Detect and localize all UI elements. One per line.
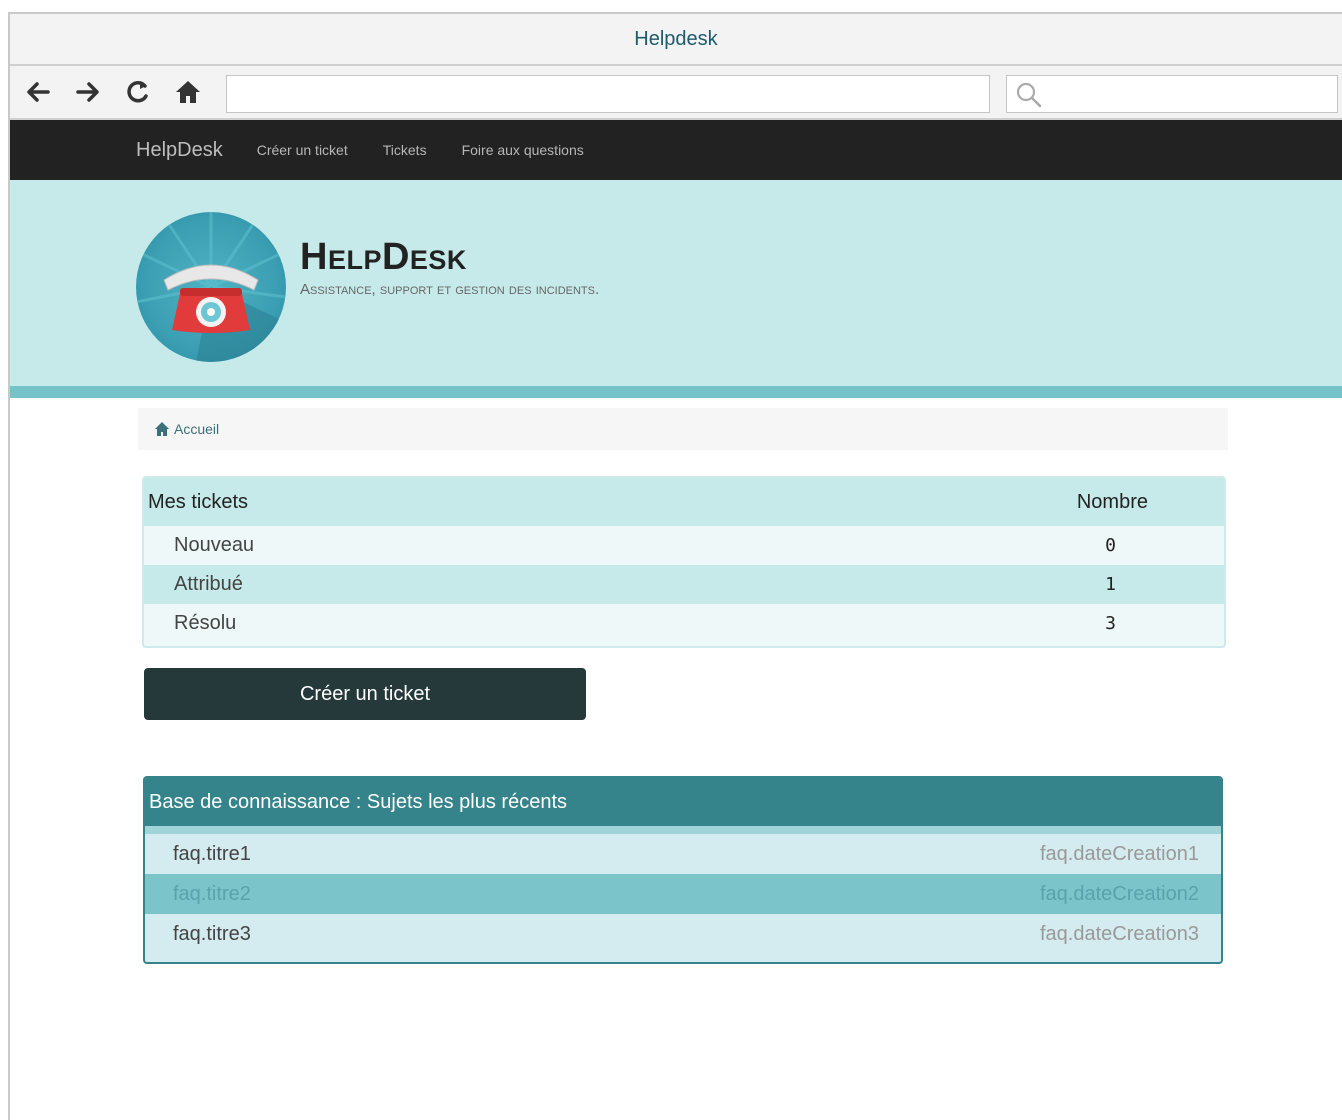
faq-title: faq.titre1 — [173, 842, 251, 865]
navbar-brand[interactable]: HelpDesk — [136, 139, 223, 162]
table-row[interactable]: Nouveau 0 — [144, 526, 1224, 565]
tickets-header-count: Nombre — [1076, 490, 1148, 513]
ticket-status-label: Attribué — [174, 573, 243, 595]
breadcrumb-home-link[interactable]: Accueil — [174, 421, 219, 437]
tickets-summary-panel: Mes tickets Nombre Nouveau 0 Attribué 1 … — [142, 476, 1226, 648]
tickets-header-label: Mes tickets — [148, 490, 249, 513]
window-title: Helpdesk — [10, 14, 1342, 66]
create-ticket-button[interactable]: Créer un ticket — [144, 668, 586, 720]
reload-icon[interactable] — [122, 76, 154, 108]
forward-arrow-icon[interactable] — [72, 76, 104, 108]
breadcrumb: Accueil — [138, 408, 1228, 450]
list-item[interactable]: faq.titre3 faq.dateCreation3 — [145, 914, 1221, 954]
faq-title: faq.titre3 — [173, 922, 251, 945]
search-icon — [1015, 81, 1043, 114]
home-icon — [154, 421, 170, 437]
ticket-count: 1 — [1105, 574, 1116, 595]
ticket-count: 0 — [1105, 535, 1116, 556]
back-arrow-icon[interactable] — [22, 76, 54, 108]
nav-link-create-ticket[interactable]: Créer un ticket — [257, 142, 348, 158]
list-item[interactable]: faq.titre2 faq.dateCreation2 — [145, 874, 1221, 914]
nav-link-tickets[interactable]: Tickets — [383, 142, 427, 158]
knowledge-base-title: Base de connaissance : Sujets les plus r… — [145, 778, 1221, 834]
hero-title: HelpDesk — [300, 236, 467, 278]
table-row[interactable]: Attribué 1 — [144, 565, 1224, 604]
telephone-logo-icon — [136, 212, 286, 362]
ticket-count: 3 — [1105, 613, 1116, 634]
site-navbar: HelpDesk Créer un ticket Tickets Foire a… — [10, 120, 1342, 180]
home-icon[interactable] — [172, 76, 204, 108]
tickets-table-header: Mes tickets Nombre — [144, 478, 1224, 526]
faq-date: faq.dateCreation2 — [1039, 882, 1199, 905]
faq-title: faq.titre2 — [173, 882, 251, 905]
knowledge-base-panel: Base de connaissance : Sujets les plus r… — [143, 776, 1223, 964]
hero-subtitle: Assistance, support et gestion des incid… — [300, 281, 600, 298]
faq-date: faq.dateCreation1 — [1039, 842, 1199, 865]
browser-toolbar — [10, 66, 1342, 120]
hero-banner: HelpDesk Assistance, support et gestion … — [10, 180, 1342, 398]
ticket-status-label: Nouveau — [174, 534, 255, 556]
faq-date: faq.dateCreation3 — [1039, 922, 1199, 945]
nav-link-faq[interactable]: Foire aux questions — [462, 142, 584, 158]
table-row[interactable]: Résolu 3 — [144, 604, 1224, 643]
browser-search-input[interactable] — [1006, 75, 1338, 113]
browser-window: Helpdesk HelpDesk Créer un ticket Ticket… — [8, 12, 1342, 1120]
list-item[interactable]: faq.titre1 faq.dateCreation1 — [145, 834, 1221, 874]
ticket-status-label: Résolu — [174, 612, 237, 634]
address-bar[interactable] — [226, 75, 990, 113]
